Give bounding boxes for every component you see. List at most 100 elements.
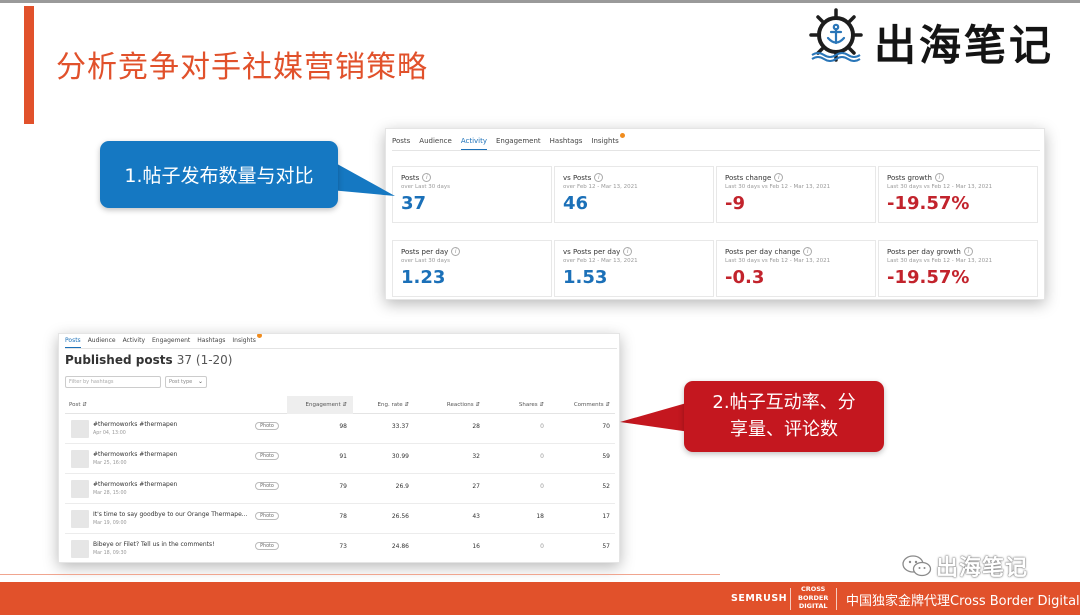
shares-cell: 0 xyxy=(540,453,544,460)
activity-panel: Posts Audience Activity Engagement Hasht… xyxy=(385,128,1045,300)
info-icon[interactable]: i xyxy=(774,173,783,182)
eng-rate-cell: 30.99 xyxy=(392,453,409,460)
post-date: Apr 04, 13:00 xyxy=(93,431,126,436)
col-comments[interactable]: Comments ⇵ xyxy=(574,402,610,408)
metric-value: -19.57% xyxy=(887,267,1029,288)
sort-icon: ⇵ xyxy=(342,402,347,408)
cross-border-digital-logo: CROSS BORDER DIGITAL xyxy=(798,585,828,611)
post-thumbnail[interactable] xyxy=(71,480,89,498)
ship-wheel-icon xyxy=(808,8,864,62)
post-type-badge: Photo xyxy=(255,512,279,520)
metric-value: -0.3 xyxy=(725,267,867,288)
post-title[interactable]: It's time to say goodbye to our Orange T… xyxy=(93,511,248,518)
tab-insights[interactable]: Insights xyxy=(591,137,618,150)
agent-text: 中国独家金牌代理Cross Border Digital xyxy=(846,590,1080,609)
callout-post-count: 1.帖子发布数量与对比 xyxy=(100,141,338,208)
info-icon[interactable]: i xyxy=(594,173,603,182)
metric-card-posts-change: Posts changei Last 30 days vs Feb 12 - M… xyxy=(716,166,876,223)
table-row[interactable]: #thermoworks #thermapen Mar 28, 15:00 Ph… xyxy=(65,475,615,504)
post-title[interactable]: #thermoworks #thermapen xyxy=(93,481,177,488)
table-row[interactable]: #thermoworks #thermapen Apr 04, 13:00 Ph… xyxy=(65,415,615,444)
tab-hashtags[interactable]: Hashtags xyxy=(550,137,583,150)
table-row[interactable]: #thermoworks #thermapen Mar 25, 16:00 Ph… xyxy=(65,445,615,474)
tab-posts[interactable]: Posts xyxy=(65,337,81,348)
shares-cell: 18 xyxy=(536,513,544,520)
metric-label: Posts xyxy=(401,174,419,182)
col-shares-label: Shares xyxy=(519,402,538,408)
tab-activity[interactable]: Activity xyxy=(123,337,145,348)
tab-insights-label: Insights xyxy=(232,337,255,344)
metric-card-posts-per-day-growth: Posts per day growthi Last 30 days vs Fe… xyxy=(878,240,1038,297)
comments-cell: 59 xyxy=(602,453,610,460)
metric-card-vs-posts: vs Postsi over Feb 12 - Mar 13, 2021 46 xyxy=(554,166,714,223)
col-engagement[interactable]: Engagement ⇵ xyxy=(306,402,347,408)
top-divider xyxy=(0,0,1080,3)
post-date: Mar 18, 09:30 xyxy=(93,551,127,556)
post-type-select[interactable]: Post type ⌄ xyxy=(165,376,207,388)
tab-posts[interactable]: Posts xyxy=(392,137,410,150)
sort-icon: ⇵ xyxy=(539,402,544,408)
info-icon[interactable]: i xyxy=(935,173,944,182)
info-icon[interactable]: i xyxy=(422,173,431,182)
metric-value: -9 xyxy=(725,193,867,214)
shares-cell: 0 xyxy=(540,543,544,550)
col-shares[interactable]: Shares ⇵ xyxy=(519,402,544,408)
brand-logo: 出海笔记 xyxy=(808,8,1076,62)
col-post[interactable]: Post ⇵ xyxy=(69,402,87,408)
post-date: Mar 25, 16:00 xyxy=(93,461,127,466)
tab-insights[interactable]: Insights xyxy=(232,337,255,348)
table-row[interactable]: Bibeye or Filet? Tell us in the comments… xyxy=(65,535,615,563)
post-thumbnail[interactable] xyxy=(71,510,89,528)
metric-card-posts-per-day: Posts per dayi over Last 30 days 1.23 xyxy=(392,240,552,297)
post-type-badge: Photo xyxy=(255,452,279,460)
tab-insights-label: Insights xyxy=(591,137,618,145)
info-icon[interactable]: i xyxy=(964,247,973,256)
tab-hashtags[interactable]: Hashtags xyxy=(197,337,225,348)
reactions-cell: 28 xyxy=(472,423,480,430)
callout-pointer-red xyxy=(620,402,690,432)
metric-period: Last 30 days vs Feb 12 - Mar 13, 2021 xyxy=(725,258,867,264)
post-thumbnail[interactable] xyxy=(71,420,89,438)
info-icon[interactable]: i xyxy=(803,247,812,256)
engagement-cell: 79 xyxy=(339,483,347,490)
tab-engagement[interactable]: Engagement xyxy=(152,337,190,348)
engagement-cell: 73 xyxy=(339,543,347,550)
footer-line xyxy=(0,574,720,575)
wechat-icon xyxy=(902,554,932,578)
table-header: Post ⇵ Engagement ⇵ Eng. rate ⇵ Reaction… xyxy=(65,396,615,414)
post-count: 37 (1-20) xyxy=(177,353,233,367)
post-title[interactable]: Bibeye or Filet? Tell us in the comments… xyxy=(93,541,215,548)
post-thumbnail[interactable] xyxy=(71,540,89,558)
notification-dot xyxy=(620,133,625,138)
notification-dot xyxy=(257,333,262,338)
table-row[interactable]: It's time to say goodbye to our Orange T… xyxy=(65,505,615,534)
metric-period: over Feb 12 - Mar 13, 2021 xyxy=(563,258,705,264)
info-icon[interactable]: i xyxy=(623,247,632,256)
info-icon[interactable]: i xyxy=(451,247,460,256)
logo-text: 出海笔记 xyxy=(874,12,1054,73)
comments-cell: 57 xyxy=(602,543,610,550)
tab-engagement[interactable]: Engagement xyxy=(496,137,541,150)
post-title[interactable]: #thermoworks #thermapen xyxy=(93,421,177,428)
metric-label: Posts growth xyxy=(887,174,932,182)
engagement-cell: 98 xyxy=(339,423,347,430)
tab-audience[interactable]: Audience xyxy=(88,337,116,348)
tab-audience[interactable]: Audience xyxy=(419,137,452,150)
watermark: 出海笔记 xyxy=(902,550,1028,582)
col-eng-rate[interactable]: Eng. rate ⇵ xyxy=(378,402,409,408)
reactions-cell: 27 xyxy=(472,483,480,490)
metric-period: Last 30 days vs Feb 12 - Mar 13, 2021 xyxy=(887,258,1029,264)
post-title[interactable]: #thermoworks #thermapen xyxy=(93,451,177,458)
post-thumbnail[interactable] xyxy=(71,450,89,468)
col-reactions[interactable]: Reactions ⇵ xyxy=(447,402,480,408)
col-post-label: Post xyxy=(69,402,81,408)
post-date: Mar 28, 15:00 xyxy=(93,491,127,496)
hashtag-filter-input[interactable]: Filter by hashtags xyxy=(65,376,161,388)
metric-value: 46 xyxy=(563,193,705,214)
col-reactions-label: Reactions xyxy=(447,402,474,408)
eng-rate-cell: 26.9 xyxy=(396,483,409,490)
callout-engagement-line2: 享量、评论数 xyxy=(684,416,884,443)
tab-activity[interactable]: Activity xyxy=(461,137,487,150)
published-posts-heading: Published posts 37 (1-20) xyxy=(65,353,232,367)
comments-cell: 17 xyxy=(602,513,610,520)
